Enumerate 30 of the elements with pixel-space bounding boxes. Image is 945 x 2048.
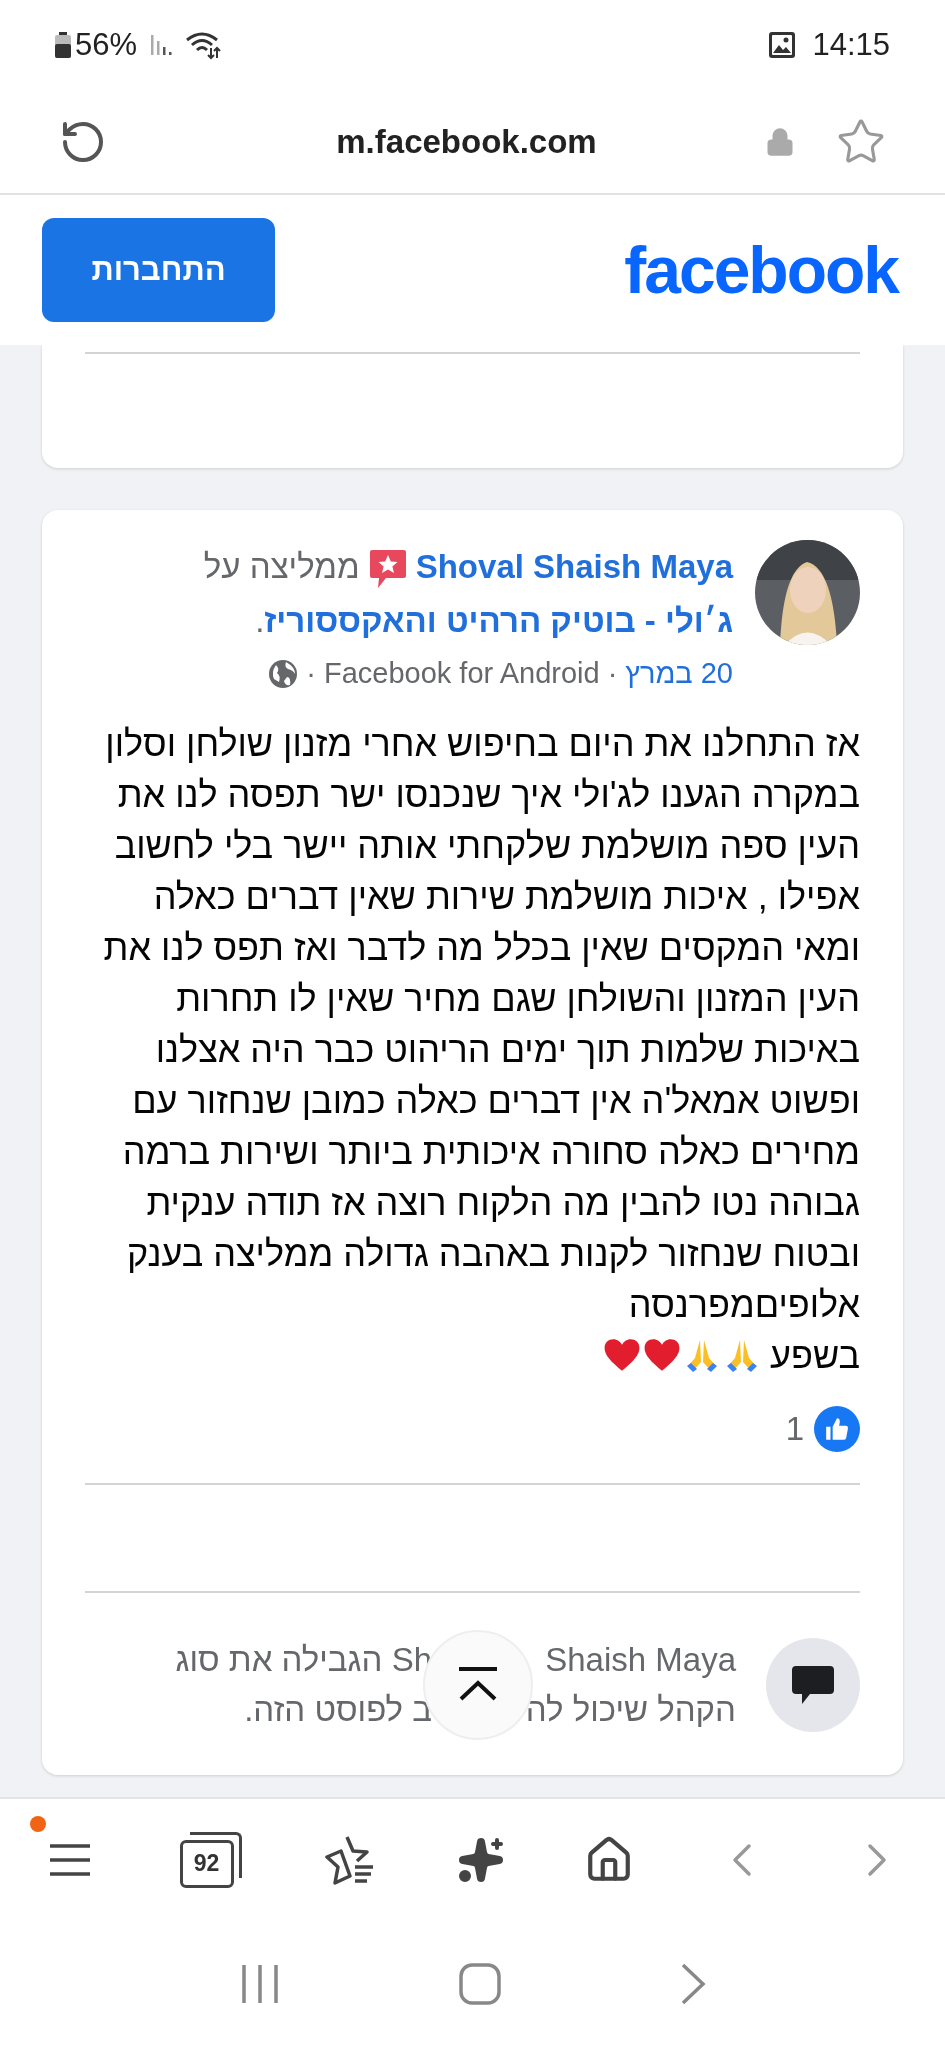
lock-icon <box>765 126 795 157</box>
comment-restriction-text: הקהל שיכול לה <box>524 1689 736 1730</box>
battery-icon <box>55 32 71 58</box>
separator-dot: · <box>607 656 618 691</box>
post-text-end: בשפע <box>770 1333 860 1378</box>
separator-dot: · <box>306 656 316 691</box>
home-button-icon[interactable] <box>458 1963 501 2005</box>
comment-restriction-text: Shaish Maya <box>544 1639 736 1680</box>
url-text[interactable]: m.facebook.com <box>108 116 765 167</box>
comment-restriction-text: ב לפוסט הזה. <box>244 1689 432 1730</box>
post-date-link[interactable]: 20 במרץ <box>625 652 733 696</box>
sparkles-icon[interactable] <box>456 1835 505 1884</box>
action-text: ממליצה על <box>203 548 360 585</box>
post-text: אז התחלנו את היום בחיפוש אחרי מזנון שולחן וסלון במקרה הגענו לג'ולי איך שנכנסו ישר תפסה לנו את העין ספה מושלמת שלקחתי אותה יישר בלי לחשוב אפילו , איכות מושלמת שירות שאין דברים כאלה ומאי המקסים שאין בכלל מה לדבר ואז תפס לנו את העין המזנון והשולחן שגם מחיר שאין לו תחרות באיכות שלמות תוך ימים הריהוט כבר היה אצלנו ופשוט אמאל'ה אין דברים כאלה כמובן שנחזור עם מחירים כאלה סחורה איכותית ביותר ושירות ברמה גבוהה נטו להבין מה הלקוח רוצה אז תודה ענקית ובטוח שנחזור לקנות באהבה גדולה ממליצה בענק אלופיםמפרנסה <box>102 721 860 1327</box>
facebook-logo[interactable]: facebook <box>624 220 898 320</box>
clock-time: 14:15 <box>812 25 890 64</box>
heart-icon <box>643 1337 681 1373</box>
image-icon <box>768 31 797 59</box>
author-link[interactable]: Shoval Shaish Maya <box>415 548 733 585</box>
page-link[interactable]: ג׳ולי - בוטיק הרהיט והאקססוריז <box>264 602 733 639</box>
heart-icon <box>603 1337 641 1373</box>
signal-icon <box>149 33 174 57</box>
globe-icon <box>268 658 299 689</box>
post-source: Facebook for Android <box>323 656 600 691</box>
like-icon <box>814 1405 860 1452</box>
battery-percentage: 56% <box>75 25 138 64</box>
recent-apps-icon[interactable] <box>239 1963 280 2005</box>
login-button[interactable]: התחברות <box>42 218 275 322</box>
sentence-period: . <box>255 602 265 639</box>
like-count: 1 <box>785 1408 804 1449</box>
